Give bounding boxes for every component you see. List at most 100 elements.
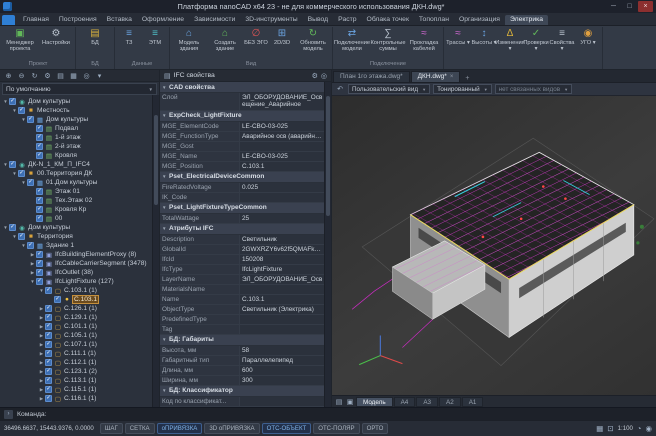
tree-item[interactable]: ✓▤Подвал xyxy=(0,124,159,133)
menu-icon[interactable]: ▾ xyxy=(94,72,105,80)
ribbon-tab[interactable]: Зависимости xyxy=(189,15,240,25)
tree-checkbox[interactable]: ✓ xyxy=(18,233,25,240)
ribbon-button[interactable]: ⇄Подключение модели xyxy=(334,27,370,60)
property-row[interactable]: Высота, мм58 xyxy=(160,346,325,356)
tree-closed-arrow-icon[interactable]: ▶ xyxy=(29,261,36,267)
annotation-visibility-icon[interactable]: ◔ xyxy=(637,424,642,433)
tree-checkbox[interactable]: ✓ xyxy=(27,179,34,186)
ribbon-button[interactable]: ≈Прокладка кабелей xyxy=(406,27,442,60)
tree-checkbox[interactable]: ✓ xyxy=(45,341,52,348)
display-settings-icon[interactable]: ▦ xyxy=(596,424,603,433)
property-row[interactable]: Ширина, мм300 xyxy=(160,376,325,386)
property-section-header[interactable]: ▼CAD свойства xyxy=(160,82,325,93)
tree-checkbox[interactable]: ✓ xyxy=(9,98,16,105)
tree-checkbox[interactable]: ✓ xyxy=(27,116,34,123)
property-row[interactable]: Длина, мм600 xyxy=(160,366,325,376)
tree-closed-arrow-icon[interactable]: ▶ xyxy=(29,252,36,258)
status-toggle[interactable]: ОТС-ОБЪЕКТ xyxy=(262,423,312,434)
ribbon-tab[interactable]: Оформление xyxy=(137,15,189,25)
ribbon-tab[interactable]: Растр xyxy=(333,15,361,25)
tree-checkbox[interactable]: ✓ xyxy=(36,215,43,222)
ribbon-tab[interactable]: Вывод xyxy=(303,15,334,25)
status-toggle[interactable]: ШАГ xyxy=(100,423,123,434)
tree-checkbox[interactable]: ✓ xyxy=(36,188,43,195)
tree-scrollbar[interactable] xyxy=(152,95,159,407)
tree-checkbox[interactable]: ✓ xyxy=(36,125,43,132)
tree-item[interactable]: ▶✓▣IfcOutlet (38) xyxy=(0,268,159,277)
view-history-back-icon[interactable]: ↶ xyxy=(335,85,345,93)
layers-icon[interactable]: ▤ xyxy=(55,72,66,80)
tree-item[interactable]: ▶✓▢С.126.1 (1) xyxy=(0,304,159,313)
ribbon-button[interactable]: ⌂Создать здание xyxy=(207,27,243,60)
properties-settings-icon[interactable]: ⚙ xyxy=(312,72,318,80)
document-tab[interactable]: ДКН.dwg*× xyxy=(411,71,461,82)
tree-open-arrow-icon[interactable]: ▼ xyxy=(2,162,9,167)
tree-item[interactable]: ✓▤Этаж 01 xyxy=(0,187,159,196)
ribbon-button[interactable]: ▣Менеджер проекта xyxy=(2,27,38,60)
property-row[interactable]: Tag xyxy=(160,325,325,335)
tree-closed-arrow-icon[interactable]: ▶ xyxy=(38,360,45,366)
tree-open-arrow-icon[interactable]: ▼ xyxy=(29,279,36,284)
app-menu-icon[interactable] xyxy=(2,15,15,25)
3d-model-viewport[interactable] xyxy=(332,96,656,395)
layout-tab[interactable]: А3 xyxy=(416,397,438,407)
close-tab-icon[interactable]: × xyxy=(450,74,454,80)
tree-checkbox[interactable]: ✓ xyxy=(36,278,43,285)
layout-new-icon[interactable]: ▣ xyxy=(345,398,355,406)
property-row[interactable]: PredefinedType xyxy=(160,315,325,325)
annotation-scale[interactable]: 1:100 xyxy=(618,425,633,432)
tree-item[interactable]: ▶✓▢С.116.1 (1) xyxy=(0,394,159,403)
property-row[interactable]: IfcTypeIfcLightFixture xyxy=(160,265,325,275)
new-document-tab-button[interactable]: + xyxy=(461,75,473,82)
ribbon-button[interactable]: ▤БД xyxy=(77,27,113,60)
tree-checkbox[interactable]: ✓ xyxy=(18,107,25,114)
tree-checkbox[interactable]: ✓ xyxy=(45,332,52,339)
layout-tab[interactable]: А4 xyxy=(394,397,416,407)
tree-checkbox[interactable]: ✓ xyxy=(36,134,43,141)
tree-checkbox[interactable]: ✓ xyxy=(45,395,52,402)
document-tab[interactable]: План 1го этажа.dwg* xyxy=(333,71,410,82)
tree-item[interactable]: ▶✓▢С.111.1 (1) xyxy=(0,349,159,358)
notifications-icon[interactable]: ◉ xyxy=(645,424,652,433)
tree-item[interactable]: ▶✓▢С.113.1 (1) xyxy=(0,376,159,385)
tree-item[interactable]: ▼✓■Территория xyxy=(0,232,159,241)
tree-open-arrow-icon[interactable]: ▼ xyxy=(2,225,9,230)
tree-item[interactable]: ✓▤00 xyxy=(0,214,159,223)
tree-closed-arrow-icon[interactable]: ▶ xyxy=(38,324,45,330)
ribbon-button[interactable]: ≡Свойства ▾ xyxy=(549,27,575,60)
ribbon-button[interactable]: ✓Проверки ▾ xyxy=(523,27,549,60)
tree-item[interactable]: ✓▤Тех.Этаж 02 xyxy=(0,196,159,205)
property-row[interactable]: MGE_NameLE-CBO-03-025 xyxy=(160,152,325,162)
tree-closed-arrow-icon[interactable]: ▶ xyxy=(38,315,45,321)
tree-checkbox[interactable]: ✓ xyxy=(36,152,43,159)
property-row[interactable]: MGE_FunctionTypeАварийное осв (аварийног… xyxy=(160,132,325,142)
property-row[interactable]: Код по классификат... xyxy=(160,397,325,407)
maximize-button[interactable]: □ xyxy=(622,1,637,12)
tree-checkbox[interactable]: ✓ xyxy=(45,377,52,384)
property-row[interactable]: NameС.103.1 xyxy=(160,295,325,305)
tree-item[interactable]: ▶✓▢С.112.1 (1) xyxy=(0,358,159,367)
status-toggle[interactable]: ОТС-ПОЛЯР xyxy=(313,423,359,434)
minimize-button[interactable]: ─ xyxy=(606,1,621,12)
ribbon-button[interactable]: ◉УГО ▾ xyxy=(575,27,601,60)
properties-pin-icon[interactable]: ◎ xyxy=(321,72,327,80)
ribbon-tab[interactable]: Электрика xyxy=(505,15,548,25)
tree-item[interactable]: ▼✓◉Дом культуры xyxy=(0,223,159,232)
ribbon-button[interactable]: ⌂Модель здания xyxy=(171,27,207,60)
tree-checkbox[interactable]: ✓ xyxy=(18,170,25,177)
tree-item[interactable]: ▶✓▢С.105.1 (1) xyxy=(0,331,159,340)
property-row[interactable]: FireRatedVoltage0.025 xyxy=(160,183,325,193)
tree-checkbox[interactable]: ✓ xyxy=(9,161,16,168)
status-toggle[interactable]: СЕТКА xyxy=(125,423,155,434)
tree-checkbox[interactable]: ✓ xyxy=(36,206,43,213)
property-section-header[interactable]: ▼ExpCheck_LightFixture xyxy=(160,111,325,122)
tree-closed-arrow-icon[interactable]: ▶ xyxy=(38,387,45,393)
property-row[interactable]: MGE_PositionС.103.1 xyxy=(160,162,325,172)
ribbon-button[interactable]: ⊞2D/3D xyxy=(269,27,295,60)
tree-checkbox[interactable]: ✓ xyxy=(36,251,43,258)
tree-closed-arrow-icon[interactable]: ▶ xyxy=(38,306,45,312)
property-row[interactable]: MGE_ElementCodeLE-CBO-03-025 xyxy=(160,122,325,132)
property-row[interactable]: MGE_Gost xyxy=(160,142,325,152)
tree-checkbox[interactable]: ✓ xyxy=(27,242,34,249)
clean-screen-icon[interactable]: ⊡ xyxy=(607,424,613,433)
